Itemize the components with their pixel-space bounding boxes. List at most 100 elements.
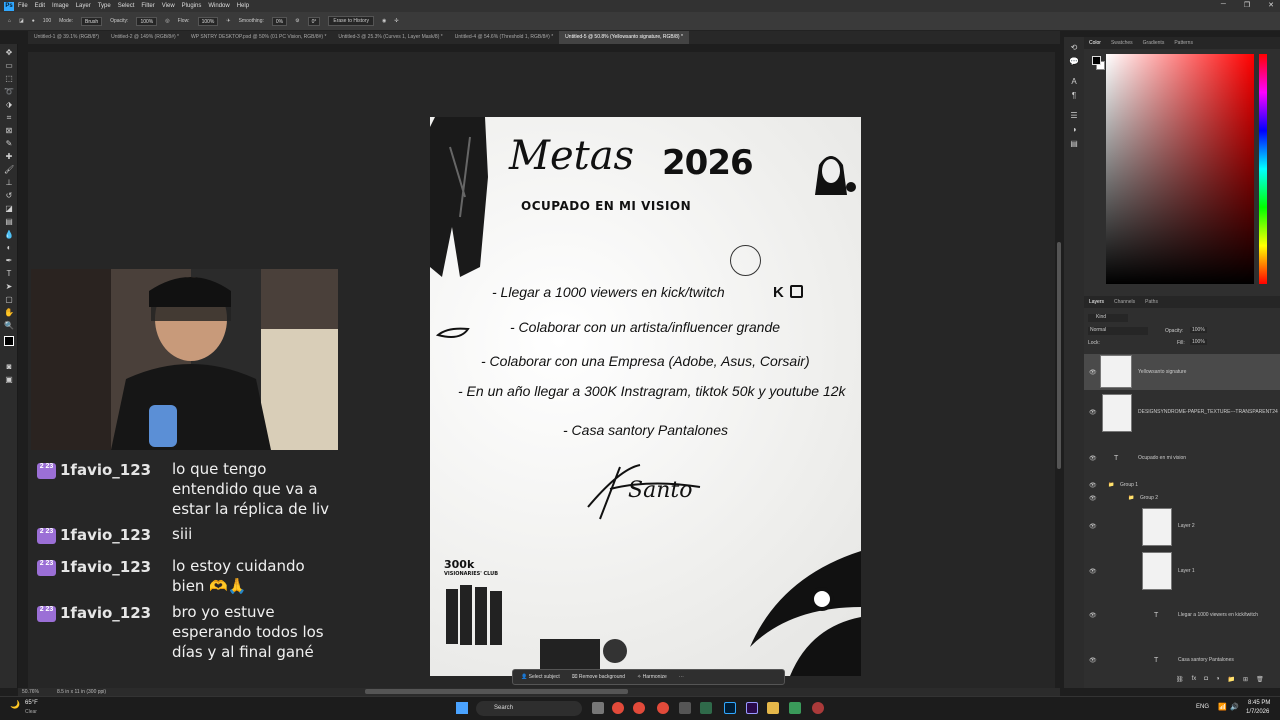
healing-tool-icon[interactable]: ✚ [4, 152, 14, 162]
layer-row[interactable]: 👁 DESIGNSYNDROME-PAPER_TEXTURE---TRANSPA… [1084, 392, 1280, 432]
windows-start-icon[interactable] [456, 702, 468, 714]
tab-untitled-3[interactable]: Untitled-3 @ 25.3% (Curves 1, Layer Mask… [332, 31, 448, 44]
menu-filter[interactable]: Filter [141, 3, 154, 9]
lasso-tool-icon[interactable]: ➰ [4, 87, 14, 97]
clock-time[interactable]: 8:45 PM [1248, 700, 1270, 706]
menu-layer[interactable]: Layer [76, 3, 91, 9]
layer-row[interactable]: 👁 Yellowsanto signature [1084, 354, 1280, 390]
layer-row[interactable]: 👁 T Llegar a 1000 viewers en kick/twitch [1084, 609, 1280, 621]
layer-name[interactable]: Group 2 [1140, 495, 1158, 501]
libraries-panel-icon[interactable]: ▤ [1069, 139, 1079, 149]
premiere-icon[interactable] [746, 702, 758, 714]
layer-row[interactable]: 👁 📁 Group 1 [1084, 480, 1280, 490]
crop-tool-icon[interactable]: ⌗ [4, 113, 14, 123]
zoom-level[interactable]: 50.76% [22, 689, 39, 695]
history-panel-icon[interactable]: ⟲ [1069, 43, 1079, 53]
visibility-eye-icon[interactable]: 👁 [1089, 657, 1097, 664]
color-field[interactable] [1106, 54, 1254, 284]
visibility-eye-icon[interactable]: 👁 [1089, 523, 1097, 530]
tab-untitled-1[interactable]: Untitled-1 @ 39.1% (RGB/8*) [28, 31, 105, 44]
home-icon[interactable]: ⌂ [8, 18, 11, 24]
blur-tool-icon[interactable]: 💧 [4, 230, 14, 240]
brush-preset-icon[interactable]: ● [32, 18, 35, 24]
character-panel-icon[interactable]: A [1069, 77, 1079, 87]
select-subject-button[interactable]: 👤 Select subject [521, 674, 560, 680]
path-select-tool-icon[interactable]: ➤ [4, 282, 14, 292]
eraser-tool-icon[interactable]: ◪ [4, 204, 14, 214]
layer-row[interactable]: 👁 Layer 1 [1084, 550, 1280, 592]
object-select-tool-icon[interactable]: ⬗ [4, 100, 14, 110]
weather-icon[interactable]: 🌙 [10, 700, 20, 709]
horizontal-scrollbar[interactable] [365, 689, 628, 694]
document-canvas[interactable]: Metas 2026 OCUPADO EN MI VISION - Llegar… [430, 117, 861, 676]
menu-window[interactable]: Window [208, 3, 229, 9]
tab-untitled-2[interactable]: Untitled-2 @ 149% (RGB/8#) * [105, 31, 185, 44]
eyedropper-tool-icon[interactable]: ✎ [4, 139, 14, 149]
chrome-3-icon[interactable] [657, 702, 669, 714]
menu-plugins[interactable]: Plugins [182, 3, 202, 9]
menu-select[interactable]: Select [118, 3, 135, 9]
tab-wp-sntry[interactable]: WP SNTRY DESKTOP.psd @ 50% (01 PC Vision… [185, 31, 332, 44]
wifi-icon[interactable]: 📶 [1218, 703, 1227, 711]
erase-to-history-button[interactable]: Erase to History [328, 16, 374, 26]
fx-icon[interactable]: fx [1192, 676, 1197, 683]
layer-filter-select[interactable]: Kind [1088, 314, 1128, 322]
visibility-eye-icon[interactable]: 👁 [1089, 482, 1097, 489]
add-mask-icon[interactable]: ◘ [1204, 676, 1208, 683]
app-2-icon[interactable] [789, 702, 801, 714]
gear-icon[interactable]: ⚙ [295, 18, 299, 24]
layer-name[interactable]: Llegar a 1000 viewers en kick/twitch [1178, 612, 1258, 618]
clock-date[interactable]: 1/7/2026 [1246, 709, 1269, 715]
app-icon[interactable] [700, 702, 712, 714]
layer-row[interactable]: 👁 T Ocupado en mi vision [1084, 452, 1280, 464]
tab-paths[interactable]: Paths [1145, 299, 1158, 305]
chrome-2-icon[interactable] [633, 702, 645, 714]
symmetry-icon[interactable]: ✣ [394, 18, 398, 24]
flow-input[interactable]: 100% [197, 16, 219, 26]
pressure-size-icon[interactable]: ◉ [382, 18, 386, 24]
tab-patterns[interactable]: Patterns [1174, 40, 1193, 46]
photoshop-taskbar-icon[interactable] [724, 702, 736, 714]
link-layers-icon[interactable]: ⛓ [1176, 676, 1184, 683]
eraser-tool-icon[interactable]: ◪ [19, 18, 24, 24]
shape-tool-icon[interactable]: ▢ [4, 295, 14, 305]
tab-gradients[interactable]: Gradients [1143, 40, 1165, 46]
tab-untitled-5[interactable]: Untitled-5 @ 50.8% (Yellowsanto signatur… [559, 31, 689, 44]
pen-tool-icon[interactable]: ✒ [4, 256, 14, 266]
task-view-icon[interactable] [592, 702, 604, 714]
tab-swatches[interactable]: Swatches [1111, 40, 1133, 46]
close-icon[interactable]: ✕ [1268, 1, 1274, 9]
visibility-eye-icon[interactable]: 👁 [1089, 409, 1097, 416]
gradient-tool-icon[interactable]: ▤ [4, 217, 14, 227]
adjustment-layer-icon[interactable]: ◑ [1216, 676, 1220, 683]
new-group-icon[interactable]: 📁 [1228, 676, 1235, 683]
menu-view[interactable]: View [162, 3, 175, 9]
layer-opacity-input[interactable]: 100% [1190, 327, 1207, 333]
layer-name[interactable]: Ocupado en mi vision [1138, 455, 1186, 461]
layer-name[interactable]: Yellowsanto signature [1138, 369, 1186, 375]
mode-select[interactable]: Brush [81, 16, 103, 26]
tab-color[interactable]: Color [1089, 40, 1101, 46]
minimize-icon[interactable]: ─ [1221, 1, 1226, 9]
harmonize-button[interactable]: ✧ Harmonize [637, 674, 667, 680]
more-options-icon[interactable]: ⋯ [679, 674, 684, 680]
dodge-tool-icon[interactable]: ◐ [4, 243, 14, 253]
vertical-scrollbar[interactable] [1057, 242, 1061, 469]
layer-row[interactable]: 👁 📁 Group 2 [1084, 493, 1280, 503]
layer-row[interactable]: 👁 Layer 2 [1084, 506, 1280, 546]
pressure-opacity-icon[interactable]: ◎ [165, 18, 169, 24]
quick-mask-icon[interactable]: ◙ [4, 362, 14, 372]
menu-edit[interactable]: Edit [35, 3, 45, 9]
layer-name[interactable]: Layer 2 [1178, 523, 1195, 529]
opacity-input[interactable]: 100% [136, 16, 158, 26]
menu-help[interactable]: Help [237, 3, 249, 9]
properties-panel-icon[interactable]: ☰ [1069, 111, 1079, 121]
maximize-icon[interactable]: ❐ [1244, 1, 1250, 9]
adjustments-panel-icon[interactable]: ◑ [1069, 125, 1079, 135]
layer-name[interactable]: DESIGNSYNDROME-PAPER_TEXTURE---TRANSPARE… [1138, 409, 1278, 415]
visibility-eye-icon[interactable]: 👁 [1089, 369, 1097, 376]
menu-file[interactable]: File [18, 3, 28, 9]
comments-panel-icon[interactable]: 💬 [1069, 57, 1079, 67]
history-brush-tool-icon[interactable]: ↺ [4, 191, 14, 201]
tab-channels[interactable]: Channels [1114, 299, 1135, 305]
